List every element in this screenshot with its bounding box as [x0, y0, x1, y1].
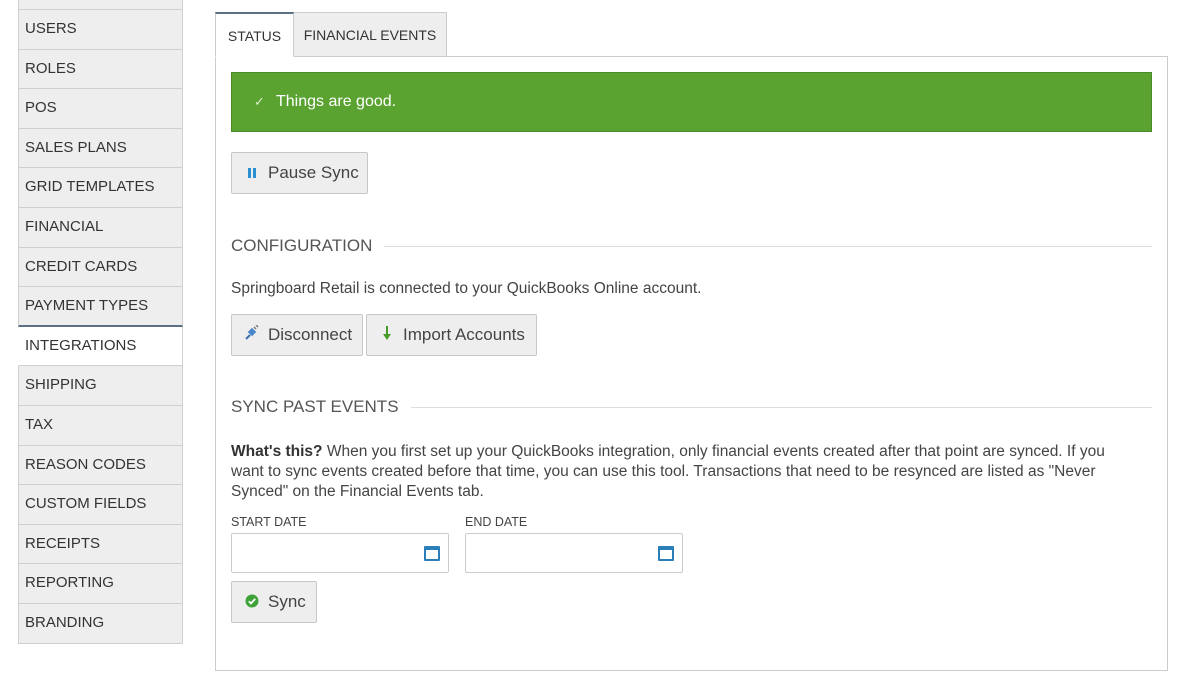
sync-button[interactable]: Sync: [231, 581, 317, 623]
start-date-input[interactable]: [231, 533, 449, 573]
start-date-label: START DATE: [231, 515, 307, 529]
sidebar-item-tax[interactable]: TAX: [18, 405, 183, 446]
import-accounts-button[interactable]: Import Accounts: [366, 314, 537, 356]
sidebar-item-roles[interactable]: ROLES: [18, 49, 183, 90]
sidebar-item-sales-plans[interactable]: SALES PLANS: [18, 128, 183, 169]
connection-status-text: Springboard Retail is connected to your …: [231, 280, 702, 297]
sync-label: Sync: [268, 592, 306, 611]
arrow-down-icon: [377, 316, 397, 356]
pause-sync-label: Pause Sync: [268, 163, 359, 182]
sidebar-top-edge: [18, 0, 183, 10]
calendar-icon[interactable]: [424, 546, 440, 561]
sync-description: What's this? When you first set up your …: [231, 442, 1131, 502]
configuration-heading: CONFIGURATION: [231, 234, 1152, 258]
sidebar-item-receipts[interactable]: RECEIPTS: [18, 524, 183, 565]
end-date-label: END DATE: [465, 515, 528, 529]
status-alert: ✓ Things are good.: [231, 72, 1152, 132]
sidebar-item-shipping[interactable]: SHIPPING: [18, 366, 183, 406]
status-panel: ✓ Things are good. Pause Sync CONFIGURATI…: [215, 56, 1168, 671]
sidebar-item-reason-codes[interactable]: REASON CODES: [18, 445, 183, 486]
whats-this-label: What's this?: [231, 443, 323, 460]
check-circle-icon: [242, 583, 262, 623]
sidebar-item-credit-cards[interactable]: CREDIT CARDS: [18, 247, 183, 288]
configuration-title: CONFIGURATION: [231, 236, 385, 255]
tab-status[interactable]: STATUS: [215, 12, 294, 57]
disconnect-label: Disconnect: [268, 325, 353, 344]
sidebar-item-payment-types[interactable]: PAYMENT TYPES: [18, 287, 183, 327]
sidebar-item-users[interactable]: USERS: [18, 10, 183, 50]
sidebar-item-custom-fields[interactable]: CUSTOM FIELDS: [18, 485, 183, 525]
end-date-input[interactable]: [465, 533, 683, 573]
status-alert-text: Things are good.: [276, 93, 397, 110]
sidebar-item-integrations[interactable]: INTEGRATIONS: [18, 326, 183, 367]
disconnect-button[interactable]: Disconnect: [231, 314, 363, 356]
sync-past-events-heading: SYNC PAST EVENTS: [231, 395, 1152, 419]
pause-icon: [242, 154, 262, 194]
sync-past-events-title: SYNC PAST EVENTS: [231, 397, 411, 416]
sidebar-item-grid-templates[interactable]: GRID TEMPLATES: [18, 168, 183, 208]
import-accounts-label: Import Accounts: [403, 325, 525, 344]
settings-sidebar: USERS ROLES POS SALES PLANS GRID TEMPLAT…: [18, 0, 183, 644]
pause-sync-button[interactable]: Pause Sync: [231, 152, 368, 194]
sidebar-item-reporting[interactable]: REPORTING: [18, 564, 183, 604]
calendar-icon[interactable]: [658, 546, 674, 561]
plug-icon: [242, 316, 262, 356]
sidebar-item-pos[interactable]: POS: [18, 89, 183, 129]
sidebar-item-branding[interactable]: BRANDING: [18, 603, 183, 644]
sidebar-item-financial[interactable]: FINANCIAL: [18, 207, 183, 248]
tab-financial-events[interactable]: FINANCIAL EVENTS: [293, 12, 447, 57]
checkmark-icon: ✓: [254, 94, 265, 109]
sync-description-text: When you first set up your QuickBooks in…: [231, 443, 1105, 500]
